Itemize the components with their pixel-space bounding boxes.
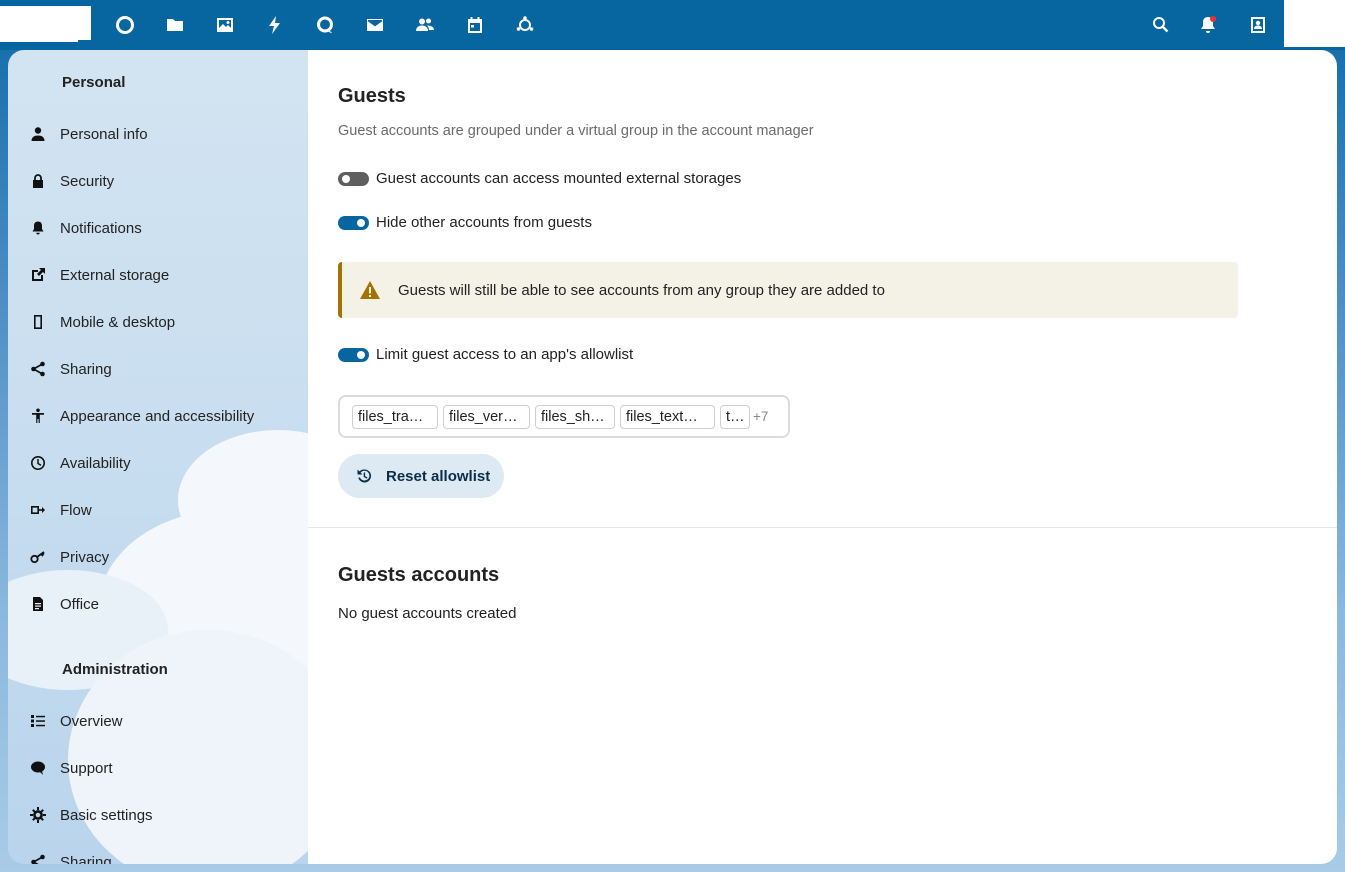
bell-icon — [30, 220, 46, 236]
sidebar-item-label: Flow — [60, 501, 92, 519]
allowlist-chip[interactable]: files_sh… — [535, 404, 615, 429]
warning-notice: Guests will still be able to see account… — [338, 262, 1238, 318]
history-icon — [357, 469, 372, 483]
share-icon — [30, 854, 46, 864]
avatar[interactable] — [1284, 0, 1345, 47]
sidebar-item-label: Privacy — [60, 548, 110, 566]
sidebar-item-basic-settings[interactable]: Basic settings — [8, 795, 308, 835]
sidebar-item-label: Sharing — [60, 853, 112, 865]
app-menu — [100, 10, 550, 40]
sidebar-item-label: Security — [60, 172, 115, 190]
photos-app-icon[interactable] — [200, 10, 250, 40]
top-header — [0, 0, 1345, 50]
contacts-menu-icon[interactable] — [1243, 10, 1273, 40]
contacts-app-icon[interactable] — [400, 10, 450, 40]
sidebar-item-label: Office — [60, 595, 99, 613]
clock-icon — [30, 455, 46, 471]
section-divider — [308, 527, 1337, 528]
search-icon[interactable] — [1146, 10, 1176, 40]
accessibility-icon — [30, 408, 46, 424]
sidebar-item-label: Personal info — [60, 125, 148, 143]
external-link-icon — [30, 267, 46, 283]
sidebar-item-appearance[interactable]: Appearance and accessibility — [8, 396, 308, 436]
reset-allowlist-button[interactable]: Reset allowlist — [338, 454, 504, 498]
guest-accounts-title: Guests accounts — [338, 564, 500, 586]
sidebar-item-label: Availability — [60, 454, 131, 472]
toggle-switch-on[interactable] — [338, 347, 369, 362]
toggle-label: Limit guest access to an app's allowlist — [376, 346, 634, 363]
logo[interactable] — [0, 6, 91, 40]
toggle-label: Guest accounts can access mounted extern… — [376, 170, 742, 187]
sidebar-item-privacy[interactable]: Privacy — [8, 537, 308, 577]
share-icon — [30, 361, 46, 377]
warning-text: Guests will still be able to see account… — [398, 281, 885, 299]
chat-icon — [30, 760, 46, 776]
gear-icon — [30, 807, 46, 823]
sidebar-item-personal-info[interactable]: Personal info — [8, 114, 308, 154]
guests-description: Guest accounts are grouped under a virtu… — [338, 123, 814, 139]
sidebar-item-notifications[interactable]: Notifications — [8, 208, 308, 248]
talk-app-icon[interactable] — [300, 10, 350, 40]
allowlist-select[interactable]: files_tra… files_ver… files_sh… files_te… — [338, 395, 790, 438]
flow-icon — [30, 502, 46, 518]
reset-allowlist-label: Reset allowlist — [386, 467, 491, 485]
sidebar-item-flow[interactable]: Flow — [8, 490, 308, 530]
toggle-switch-off[interactable] — [338, 171, 369, 186]
logo-underline — [0, 38, 78, 42]
circles-app-icon[interactable] — [500, 10, 550, 40]
key-icon — [30, 549, 46, 565]
sidebar-item-label: Overview — [60, 712, 123, 730]
administration-section-heading: Administration — [62, 661, 168, 678]
sidebar-item-overview[interactable]: Overview — [8, 701, 308, 741]
allowlist-more-count[interactable]: +7 — [753, 409, 768, 424]
sidebar-item-sharing[interactable]: Sharing — [8, 349, 308, 389]
sidebar-item-label: External storage — [60, 266, 170, 284]
allowlist-chip[interactable]: files_text… — [620, 404, 715, 429]
list-icon — [30, 713, 46, 729]
toggle-limit-allowlist[interactable]: Limit guest access to an app's allowlist — [338, 346, 633, 363]
guest-accounts-empty-text: No guest accounts created — [338, 605, 517, 622]
personal-section-heading: Personal — [62, 74, 126, 91]
settings-content: Guests Guest accounts are grouped under … — [308, 50, 1337, 864]
sidebar-item-label: Notifications — [60, 219, 142, 237]
notification-dot — [1210, 16, 1216, 22]
person-icon — [30, 126, 46, 142]
document-icon — [30, 596, 46, 612]
sidebar-item-label: Support — [60, 759, 113, 777]
warning-icon — [360, 281, 380, 299]
guests-section-title: Guests — [338, 85, 406, 107]
sidebar-item-admin-sharing[interactable]: Sharing — [8, 842, 308, 864]
sidebar-item-external-storage[interactable]: External storage — [8, 255, 308, 295]
mail-app-icon[interactable] — [350, 10, 400, 40]
phone-icon — [30, 314, 46, 330]
sidebar-item-label: Mobile & desktop — [60, 313, 176, 331]
toggle-label: Hide other accounts from guests — [376, 214, 592, 231]
lock-icon — [30, 173, 46, 189]
sidebar-item-availability[interactable]: Availability — [8, 443, 308, 483]
toggle-switch-on[interactable] — [338, 215, 369, 230]
notifications-bell-icon[interactable] — [1193, 10, 1223, 40]
toggle-external-storage[interactable]: Guest accounts can access mounted extern… — [338, 170, 741, 187]
calendar-app-icon[interactable] — [450, 10, 500, 40]
allowlist-chip[interactable]: files_tra… — [352, 404, 438, 429]
allowlist-chip[interactable]: t… — [720, 404, 750, 429]
sidebar-item-mobile-desktop[interactable]: Mobile & desktop — [8, 302, 308, 342]
sidebar-item-support[interactable]: Support — [8, 748, 308, 788]
allowlist-chip[interactable]: files_ver… — [443, 404, 530, 429]
settings-sidebar: Personal Personal info Security Notifica… — [8, 50, 308, 864]
sidebar-item-office[interactable]: Office — [8, 584, 308, 624]
sidebar-item-label: Basic settings — [60, 806, 153, 824]
toggle-hide-accounts[interactable]: Hide other accounts from guests — [338, 214, 592, 231]
sidebar-item-security[interactable]: Security — [8, 161, 308, 201]
sidebar-item-label: Sharing — [60, 360, 112, 378]
dashboard-app-icon[interactable] — [100, 10, 150, 40]
files-app-icon[interactable] — [150, 10, 200, 40]
activity-app-icon[interactable] — [250, 10, 300, 40]
sidebar-item-label: Appearance and accessibility — [60, 407, 255, 425]
